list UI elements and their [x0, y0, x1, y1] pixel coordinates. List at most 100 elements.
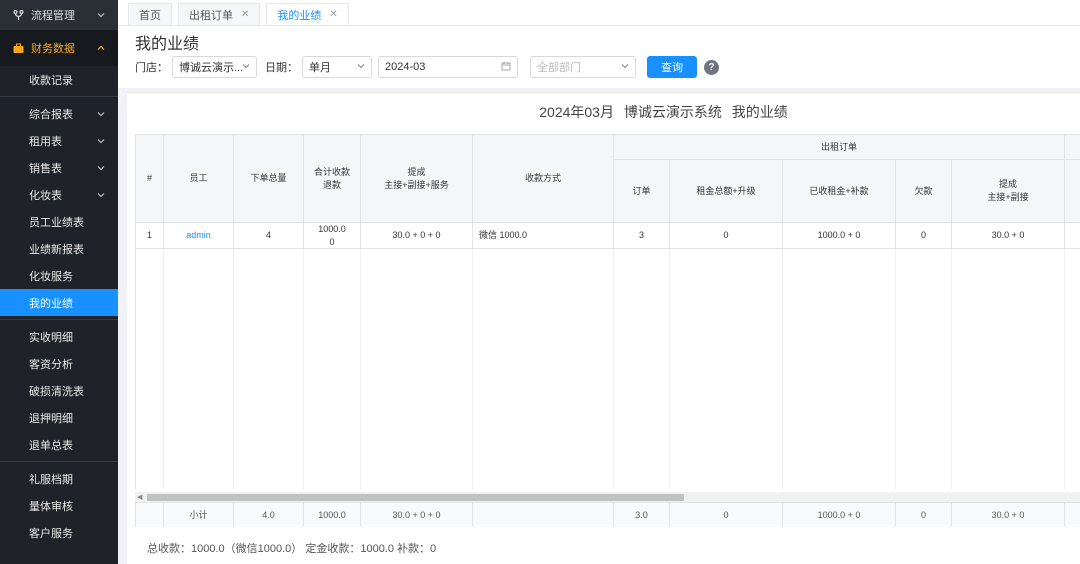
column-line	[1064, 249, 1065, 489]
sidebar-item[interactable]: 客户服务	[0, 519, 118, 546]
column-header-index: #	[136, 135, 164, 223]
column-line	[472, 249, 473, 489]
department-select[interactable]: 全部部门	[530, 56, 636, 78]
scrollbar-thumb[interactable]	[147, 494, 684, 501]
tab-item[interactable]: 出租订单 ✕	[178, 3, 261, 25]
sidebar-item-label: 销售表	[29, 162, 62, 175]
subtotal-cell: 30.0 + 0 + 0	[361, 503, 473, 527]
chevron-up-icon	[96, 43, 106, 53]
sidebar-item-label: 破损清洗表	[29, 385, 84, 398]
summary-text: 总收款：1000.0（微信1000.0） 定金收款：1000.0 补款：0	[147, 543, 437, 555]
sidebar-menu: 收款记录 综合报表 租用表 销售表 化妆表 员工业绩表 业绩新报表 化妆服务 我的业绩 实收明细客…	[0, 66, 118, 546]
table-cell-index: 1	[136, 223, 164, 249]
page-title: 我的业绩	[135, 36, 200, 53]
sidebar-item-label: 退押明细	[29, 412, 73, 425]
table-cell-orders: 3	[614, 223, 670, 249]
sidebar-item-label: 租用表	[29, 135, 62, 148]
sidebar-item[interactable]: 业绩新报表	[0, 235, 118, 262]
sidebar-item[interactable]: 租用表	[0, 127, 118, 154]
sidebar-item[interactable]: 礼服档期	[0, 465, 118, 492]
sidebar-item-label: 综合报表	[29, 108, 73, 121]
chevron-down-icon	[357, 62, 365, 72]
sidebar-divider	[0, 461, 118, 462]
sidebar-item[interactable]: 综合报表	[0, 100, 118, 127]
tab-label: 我的业绩	[277, 9, 322, 22]
sidebar-item-label: 退单总表	[29, 439, 73, 452]
store-select-value: 博诚云演示...	[179, 62, 244, 74]
column-header-commission2: 提成 主接+副接	[952, 160, 1065, 223]
table-cell-commission2: 30.0 + 0	[952, 223, 1065, 249]
main-content: 首页 出租订单 ✕ 我的业绩 ✕ 我的业绩 门店： 博诚云演示... 日期： 单月 20…	[118, 0, 1080, 564]
sidebar-item[interactable]: 退单总表	[0, 431, 118, 458]
column-header-commission: 提成 主接+副接+服务	[361, 135, 473, 223]
sidebar-group-process[interactable]: 流程管理	[0, 0, 118, 30]
table-cell-rent-total: 0	[670, 223, 783, 249]
date-label: 日期：	[265, 62, 298, 74]
help-icon[interactable]: ?	[704, 59, 719, 75]
close-icon[interactable]: ✕	[241, 9, 249, 20]
sidebar-item[interactable]: 化妆服务	[0, 262, 118, 289]
scroll-left-icon[interactable]: ◀	[137, 493, 142, 501]
column-header-extra	[1065, 135, 1080, 160]
sidebar-item-label: 化妆服务	[29, 270, 73, 283]
page-header: 我的业绩 门店： 博诚云演示... 日期： 单月 2024-03 全部部门 查询…	[118, 26, 1080, 88]
tab-label: 出租订单	[189, 9, 233, 22]
subtotal-cell	[473, 503, 614, 527]
column-line	[669, 249, 670, 489]
sidebar-item[interactable]: 量体审核	[0, 492, 118, 519]
chevron-down-icon	[96, 10, 106, 20]
tab-label: 首页	[139, 9, 161, 22]
column-line	[163, 249, 164, 489]
column-header-owed: 欠款	[896, 160, 952, 223]
close-icon[interactable]: ✕	[329, 9, 337, 20]
date-mode-value: 单月	[309, 62, 331, 74]
filter-bar: 门店： 博诚云演示... 日期： 单月 2024-03 全部部门 查询 ?	[135, 56, 719, 78]
subtotal-cell: 小计	[164, 503, 234, 527]
employee-link[interactable]: admin	[164, 223, 234, 249]
department-placeholder: 全部部门	[537, 62, 581, 74]
calendar-icon	[501, 61, 511, 73]
tab-bar: 首页 出租订单 ✕ 我的业绩 ✕	[118, 0, 1080, 26]
sidebar-item[interactable]: 退押明细	[0, 404, 118, 431]
sidebar-item[interactable]: 销售表	[0, 154, 118, 181]
column-header-order-total: 下单总量	[234, 135, 304, 223]
table-cell-order-total: 4	[234, 223, 304, 249]
sidebar-item-label: 收款记录	[29, 74, 73, 87]
month-value: 2024-03	[385, 61, 426, 73]
sidebar-item[interactable]: 收款记录	[0, 66, 118, 93]
sidebar-item-label: 客户服务	[29, 527, 73, 540]
column-header-extra	[1065, 160, 1080, 223]
report-table: # 员工 下单总量 合计收款 退款 提成 主接+副接+服务 收款方式 出租订单 订单 租金总额+升级…	[135, 134, 1080, 489]
sidebar-item-label: 我的业绩	[29, 297, 73, 310]
subtotal-cell: 30.0 + 0	[952, 503, 1065, 527]
subtotal-cell	[1065, 503, 1080, 527]
month-picker[interactable]: 2024-03	[378, 56, 518, 78]
sidebar-item[interactable]: 破损清洗表	[0, 377, 118, 404]
sidebar-divider	[0, 96, 118, 97]
subtotal-cell: 0	[670, 503, 783, 527]
store-select[interactable]: 博诚云演示...	[172, 56, 257, 78]
horizontal-scrollbar[interactable]: ◀	[135, 492, 1080, 502]
sidebar-item[interactable]: 化妆表	[0, 181, 118, 208]
sidebar: 流程管理 财务数据 收款记录综合报表租用表销售表化妆表 员工业绩表 业绩新报表化妆服…	[0, 0, 118, 564]
sidebar-item[interactable]: 客资分析	[0, 350, 118, 377]
column-header-payment-method: 收款方式	[473, 135, 614, 223]
sidebar-group-finance[interactable]: 财务数据	[0, 30, 118, 66]
subtotal-cell	[136, 503, 164, 527]
sidebar-item[interactable]: 实收明细	[0, 323, 118, 350]
tab-item[interactable]: 我的业绩 ✕	[266, 3, 349, 25]
tab-item[interactable]: 首页	[128, 3, 172, 25]
column-line	[613, 249, 614, 489]
date-mode-select[interactable]: 单月	[302, 56, 372, 78]
subtotal-cell: 1000.0 + 0	[783, 503, 896, 527]
table-cell-owed: 0	[896, 223, 952, 249]
sidebar-item[interactable]: 员工业绩表	[0, 208, 118, 235]
branch-icon	[12, 9, 24, 21]
sidebar-item[interactable]: 我的业绩	[0, 289, 118, 316]
sidebar-divider	[0, 319, 118, 320]
column-header-rent-total: 租金总额+升级	[670, 160, 783, 223]
subtotal-cell: 1000.0	[304, 503, 361, 527]
chevron-down-icon	[96, 190, 106, 200]
table-cell-received: 1000.0 0	[304, 223, 361, 249]
query-button[interactable]: 查询	[647, 56, 697, 78]
